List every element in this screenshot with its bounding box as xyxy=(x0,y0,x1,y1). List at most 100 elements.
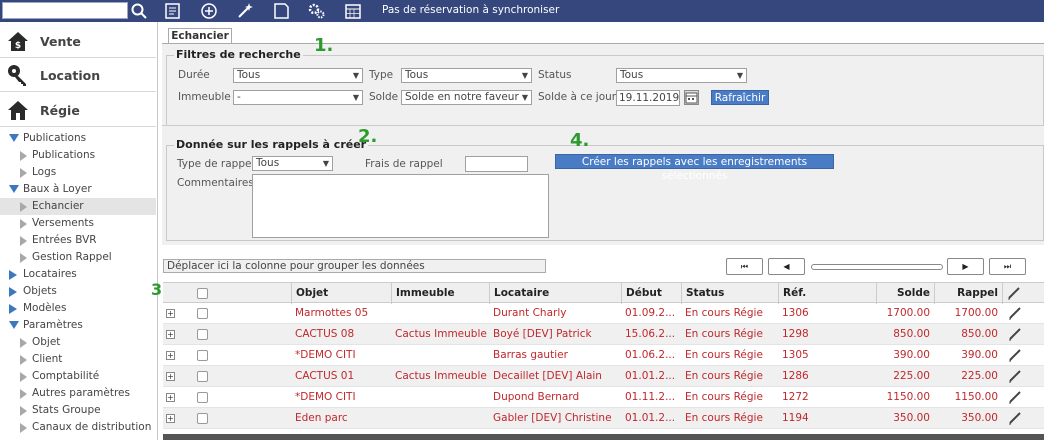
tree-item-client[interactable]: Client xyxy=(0,351,156,368)
col-header-solde[interactable]: Solde xyxy=(876,283,934,304)
col-header-ref[interactable]: Réf. xyxy=(778,283,876,304)
tree-item-echancier[interactable]: Echancier xyxy=(0,198,156,215)
calendar-icon[interactable] xyxy=(684,90,699,105)
col-header-rappel[interactable]: Rappel xyxy=(934,283,1002,304)
tree-item-autres-parametres[interactable]: Autres paramètres xyxy=(0,385,156,402)
plus-circle-icon[interactable] xyxy=(200,2,218,20)
sidebar-item-vente[interactable]: $ Vente xyxy=(0,24,156,58)
col-header-locataire[interactable]: Locataire xyxy=(489,283,621,304)
table-row[interactable]: + *DEMO CITI Dupond Bernard 01.11.2... E… xyxy=(163,387,1044,408)
caret-right-icon xyxy=(20,168,27,178)
tree-item-objet[interactable]: Objet xyxy=(0,334,156,351)
row-checkbox[interactable] xyxy=(197,371,208,382)
expand-row-icon[interactable]: + xyxy=(166,414,175,423)
tree-item-parametres[interactable]: Paramètres xyxy=(0,317,156,334)
table-row[interactable]: + CACTUS 08 Cactus Immeuble Boyé [DEV] P… xyxy=(163,324,1044,345)
tree-item-objets[interactable]: Objets xyxy=(0,283,156,300)
tree-item-publications[interactable]: Publications xyxy=(0,130,156,147)
edit-row-icon[interactable] xyxy=(1007,326,1023,342)
row-checkbox[interactable] xyxy=(197,392,208,403)
table-row[interactable]: + CACTUS 01 Cactus Immeuble Decaillet [D… xyxy=(163,366,1044,387)
prev-page-button[interactable]: ◀ xyxy=(768,258,805,275)
sidebar-item-regie[interactable]: Régie xyxy=(0,93,156,127)
search-input[interactable] xyxy=(2,2,128,19)
status-label: Status xyxy=(538,69,572,81)
refresh-button[interactable]: Rafraîchir xyxy=(711,90,769,105)
calendar-icon[interactable] xyxy=(344,2,362,20)
tree-item-canaux-distribution[interactable]: Canaux de distribution xyxy=(0,419,156,436)
table-row[interactable]: + Eden parc Gabler [DEV] Christine 01.01… xyxy=(163,408,1044,429)
select-all-checkbox[interactable] xyxy=(197,288,208,299)
create-reminders-button[interactable]: Créer les rappels avec les enregistremen… xyxy=(555,154,834,182)
type-select[interactable]: Tous ▼ xyxy=(401,68,532,83)
expand-row-icon[interactable]: + xyxy=(166,372,175,381)
row-checkbox[interactable] xyxy=(197,413,208,424)
sync-status-text: Pas de réservation à synchroniser xyxy=(382,4,560,16)
reminders-panel: Donnée sur les rappels à créer 2. Type d… xyxy=(162,125,1044,245)
tree-item-stats-groupe[interactable]: Stats Groupe xyxy=(0,402,156,419)
house-icon xyxy=(6,98,30,122)
expand-row-icon[interactable]: + xyxy=(166,393,175,402)
expand-row-icon[interactable]: + xyxy=(166,351,175,360)
edit-row-icon[interactable] xyxy=(1007,410,1023,426)
tree-item-versements[interactable]: Versements xyxy=(0,215,156,232)
caret-right-icon xyxy=(20,202,27,212)
col-header-status[interactable]: Status xyxy=(681,283,778,304)
status-select[interactable]: Tous ▼ xyxy=(616,68,747,83)
edit-row-icon[interactable] xyxy=(1007,389,1023,405)
sidebar-item-label: Régie xyxy=(40,103,80,118)
first-page-button[interactable]: ⏮ xyxy=(726,258,763,275)
frais-label: Frais de rappel xyxy=(365,158,443,170)
tree-item-locataires[interactable]: Locataires xyxy=(0,266,156,283)
search-icon[interactable] xyxy=(130,2,148,20)
type-label: Type xyxy=(369,69,394,81)
expand-row-icon[interactable]: + xyxy=(166,330,175,339)
reminder-type-label: Type de rappel xyxy=(177,158,255,170)
tree-item-entrees-bvr[interactable]: Entrées BVR xyxy=(0,232,156,249)
gears-icon[interactable] xyxy=(308,2,326,20)
duree-select[interactable]: Tous ▼ xyxy=(233,68,363,83)
last-page-button[interactable]: ⏭ xyxy=(989,258,1026,275)
next-page-button[interactable]: ▶ xyxy=(947,258,984,275)
solde-date-input[interactable]: 19.11.2019 xyxy=(616,90,680,106)
row-checkbox[interactable] xyxy=(197,308,208,319)
row-checkbox[interactable] xyxy=(197,350,208,361)
caret-right-icon xyxy=(20,423,27,433)
col-header-objet[interactable]: Objet xyxy=(291,283,391,304)
tree-item-gestion-rappel[interactable]: Gestion Rappel xyxy=(0,249,156,266)
edit-row-icon[interactable] xyxy=(1007,305,1023,321)
step-marker-4: 4. xyxy=(570,130,590,151)
list-icon[interactable] xyxy=(164,2,182,20)
note-icon[interactable] xyxy=(272,2,290,20)
tree-item-comptabilite[interactable]: Comptabilité xyxy=(0,368,156,385)
caret-right-icon xyxy=(9,270,17,280)
table-row[interactable]: + Marmottes 05 Durant Charly 01.09.2... … xyxy=(163,303,1044,324)
caret-down-icon xyxy=(9,321,19,329)
group-by-bar[interactable]: Déplacer ici la colonne pour grouper les… xyxy=(163,259,546,273)
magic-wand-icon[interactable] xyxy=(236,2,254,20)
table-row[interactable]: + *DEMO CITI Barras gautier 01.06.2... E… xyxy=(163,345,1044,366)
caret-right-icon xyxy=(9,287,17,297)
grid-header: Objet Immeuble Locataire Début Status Ré… xyxy=(163,282,1044,304)
comments-textarea[interactable] xyxy=(252,174,549,238)
tree-item-modeles[interactable]: Modèles xyxy=(0,300,156,317)
caret-right-icon xyxy=(20,151,27,161)
page-slider[interactable] xyxy=(811,264,943,270)
solde-select[interactable]: Solde en notre faveur ▼ xyxy=(401,90,532,105)
expand-row-icon[interactable]: + xyxy=(166,309,175,318)
edit-row-icon[interactable] xyxy=(1007,368,1023,384)
caret-right-icon xyxy=(20,219,27,229)
sidebar-item-location[interactable]: Location xyxy=(0,58,156,92)
tree-item-baux-a-loyer[interactable]: Baux à Loyer xyxy=(0,181,156,198)
row-checkbox[interactable] xyxy=(197,329,208,340)
reminder-type-select[interactable]: Tous ▼ xyxy=(252,156,333,171)
immeuble-select[interactable]: - ▼ xyxy=(233,90,363,105)
tree-item-logs[interactable]: Logs xyxy=(0,164,156,181)
col-header-debut[interactable]: Début xyxy=(621,283,681,304)
col-header-immeuble[interactable]: Immeuble xyxy=(391,283,489,304)
tree-item-publications-sub[interactable]: Publications xyxy=(0,147,156,164)
frais-input[interactable] xyxy=(465,156,528,172)
duree-label: Durée xyxy=(178,69,210,81)
edit-row-icon[interactable] xyxy=(1007,347,1023,363)
tab-echancier[interactable]: Echancier xyxy=(168,28,232,44)
